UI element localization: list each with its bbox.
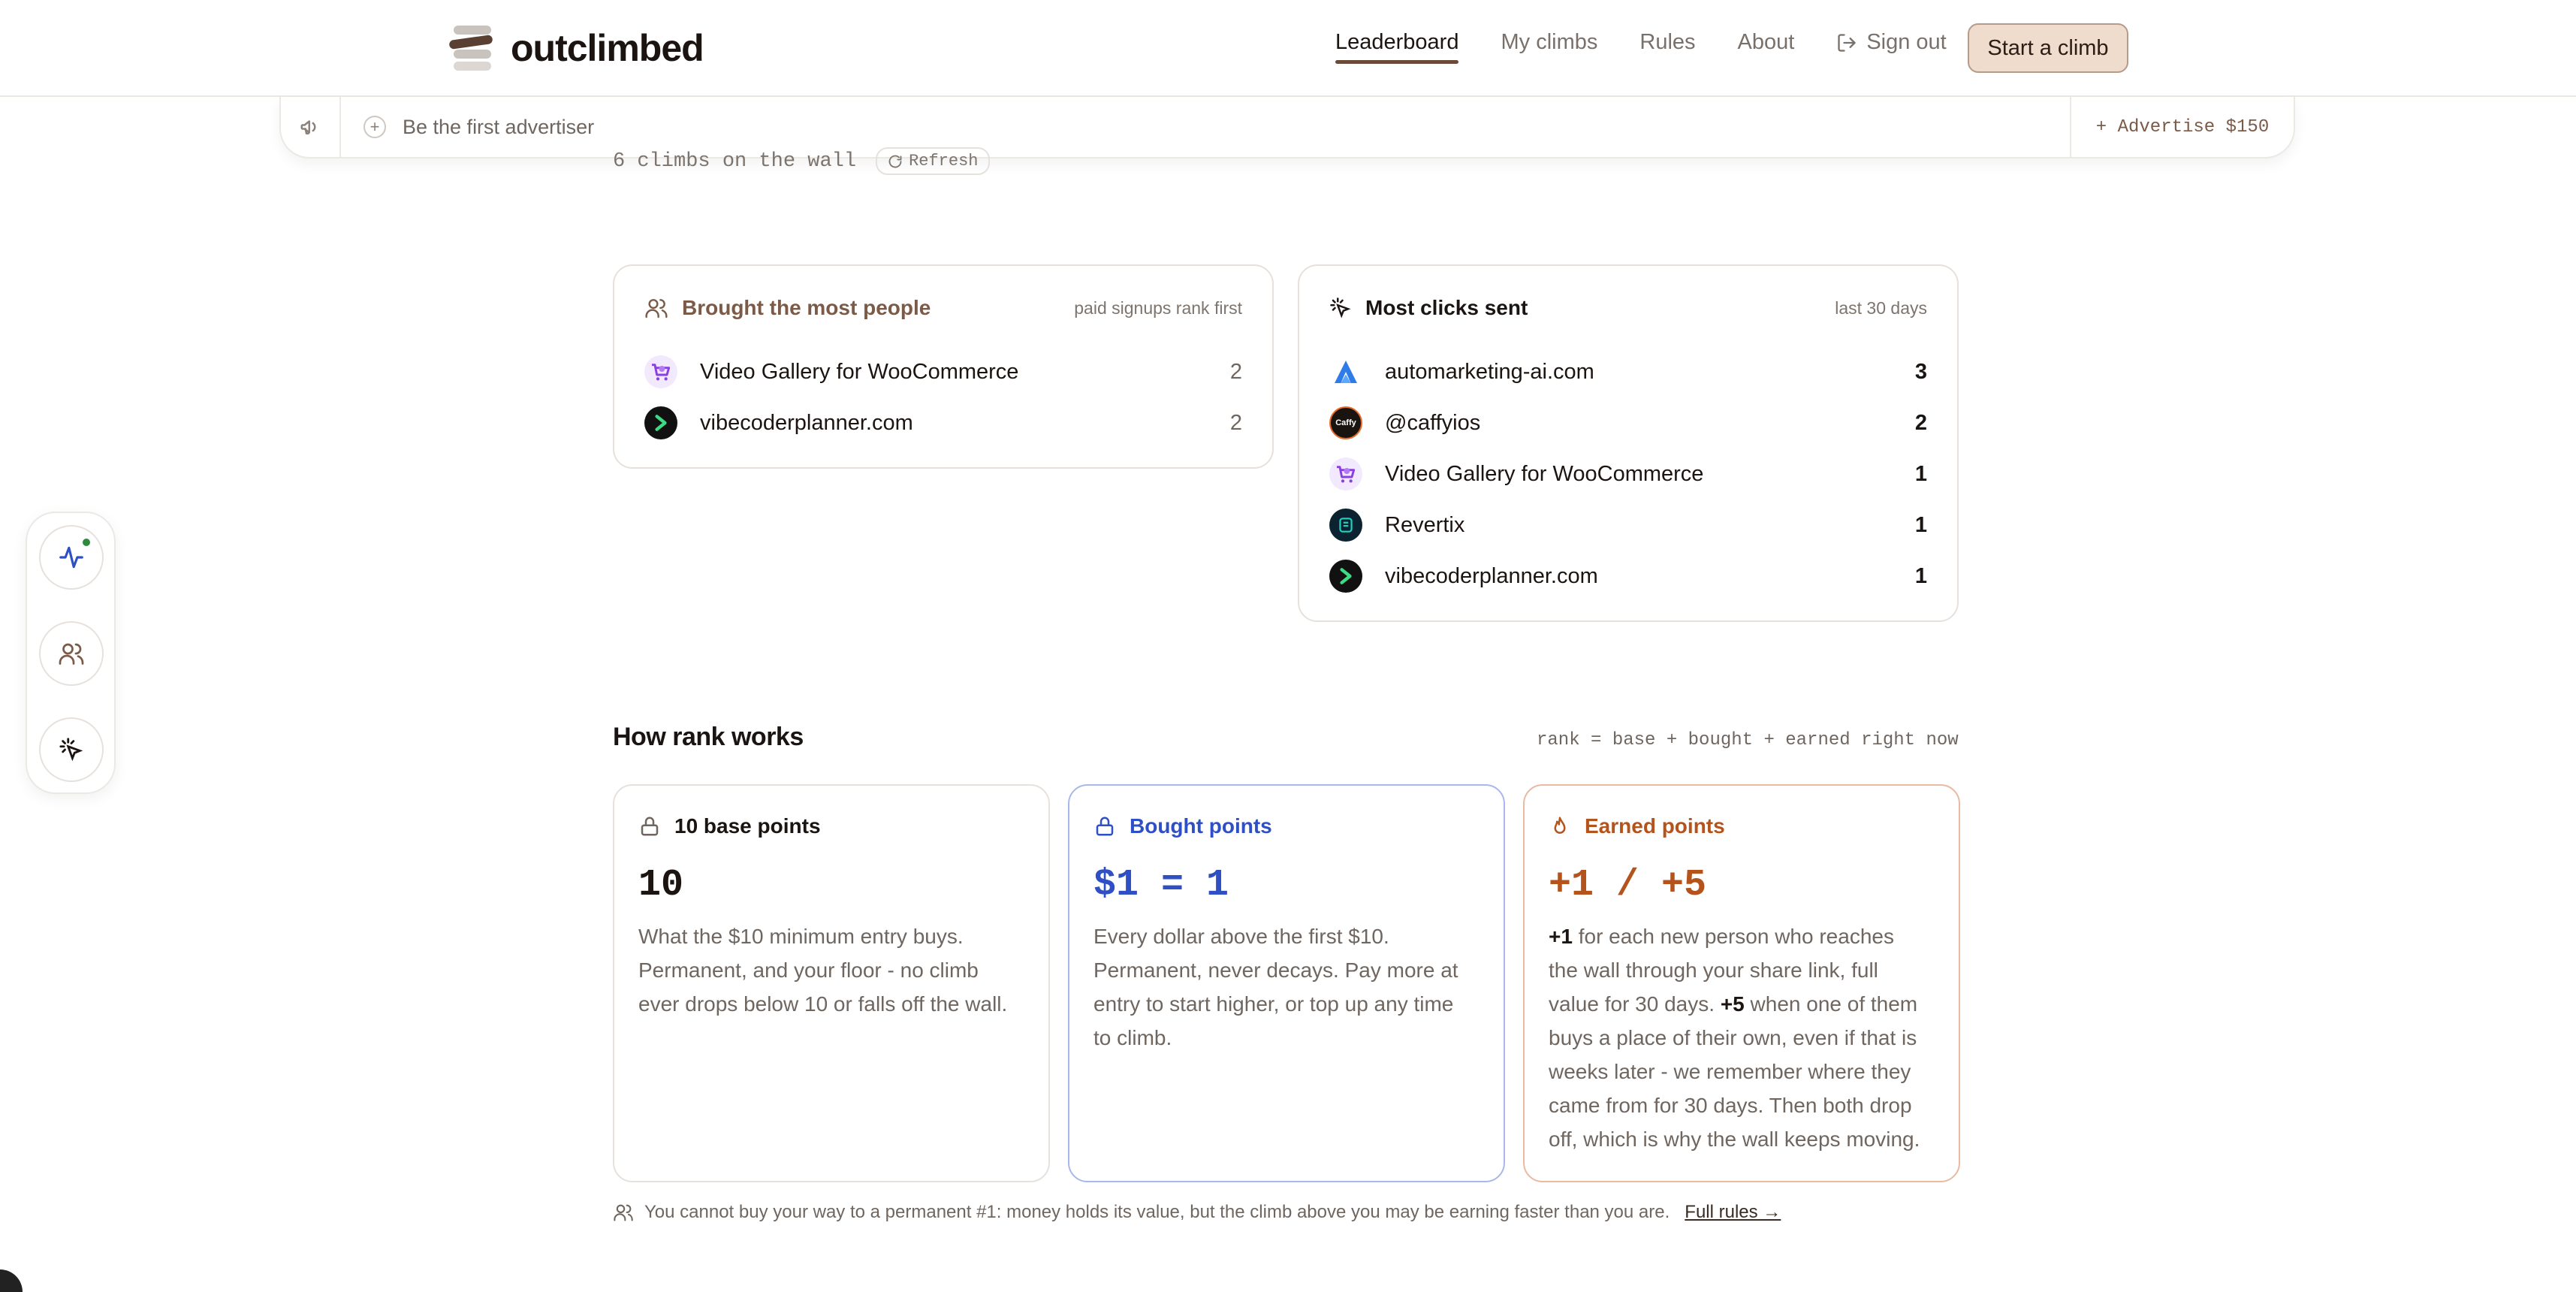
earned-plus-five: +5 <box>1720 992 1745 1016</box>
status-dot <box>81 537 92 548</box>
bought-points-title: Bought points <box>1130 814 1272 838</box>
pointer-click-icon <box>59 738 83 762</box>
list-item-name: Video Gallery for WooCommerce <box>1385 461 1704 486</box>
pointer-click-icon <box>1330 297 1351 318</box>
lock-icon <box>641 817 659 836</box>
refresh-icon <box>888 155 902 168</box>
megaphone-icon <box>281 97 341 157</box>
list-item-count: 1 <box>1914 563 1927 588</box>
brought-people-note: paid signups rank first <box>1074 297 1242 318</box>
earned-points-card: Earned points +1 / +5 +1 for each new pe… <box>1523 784 1960 1182</box>
brand-logo[interactable]: outclimbed <box>448 24 704 72</box>
earned-plus-one: +1 <box>1549 925 1573 948</box>
rank-formula: rank = base + bought + earned right now <box>1537 730 1959 750</box>
most-clicks-title: Most clicks sent <box>1365 296 1528 319</box>
refresh-button[interactable]: Refresh <box>876 147 991 175</box>
nav-about[interactable]: About <box>1738 30 1795 62</box>
start-climb-button[interactable]: Start a climb <box>1968 23 2128 73</box>
bought-points-value: $1 = 1 <box>1093 864 1229 907</box>
side-toolbar <box>26 512 116 794</box>
base-points-value: 10 <box>638 864 684 907</box>
climbs-count: 6 climbs on the wall <box>613 149 857 173</box>
list-item[interactable]: vibecoderplanner.com 2 <box>644 404 1242 442</box>
base-points-body: What the $10 minimum entry buys. Permane… <box>638 925 1008 1016</box>
climbs-count-line: 6 climbs on the wall Refresh <box>613 147 991 175</box>
brand-name: outclimbed <box>511 27 704 69</box>
list-item-name: vibecoderplanner.com <box>700 410 913 435</box>
bought-points-body: Every dollar above the first $10. Perman… <box>1093 925 1458 1049</box>
earned-points-body: +1 for each new person who reaches the w… <box>1549 919 1929 1156</box>
sign-out-button[interactable]: Sign out <box>1836 30 1947 62</box>
nav-leaderboard[interactable]: Leaderboard <box>1335 30 1459 64</box>
advertiser-bar: + Be the first advertiser + Advertise $1… <box>279 97 2295 158</box>
list-item-count: 1 <box>1914 512 1927 537</box>
vibecoder-logo-icon <box>1329 560 1362 593</box>
list-item[interactable]: automarketing-ai.com 3 <box>1329 353 1927 391</box>
brought-people-card: Brought the most people paid signups ran… <box>613 264 1274 469</box>
add-ad-plus-icon[interactable]: + <box>363 116 386 138</box>
advertise-button[interactable]: + Advertise $150 <box>2070 97 2294 157</box>
list-item[interactable]: vibecoderplanner.com 1 <box>1329 557 1927 595</box>
rank-footnote: You cannot buy your way to a permanent #… <box>613 1202 1781 1223</box>
lock-icon <box>1096 817 1114 836</box>
list-item-count: 3 <box>1914 359 1927 384</box>
base-points-card: 10 base points 10 What the $10 minimum e… <box>613 784 1050 1182</box>
sign-out-icon <box>1838 33 1856 52</box>
brought-people-title: Brought the most people <box>682 296 931 319</box>
users-icon <box>645 299 668 318</box>
woo-gallery-logo-icon <box>644 355 677 388</box>
footnote-text: You cannot buy your way to a permanent #… <box>644 1202 1670 1222</box>
users-icon <box>59 643 84 665</box>
most-clicks-note: last 30 days <box>1835 297 1927 318</box>
clicks-button[interactable] <box>39 717 104 782</box>
sign-out-label: Sign out <box>1866 30 1947 54</box>
refresh-label: Refresh <box>909 152 979 171</box>
list-item[interactable]: Video Gallery for WooCommerce 1 <box>1329 455 1927 493</box>
caffy-badge-text: Caffy <box>1335 418 1356 427</box>
most-clicks-card: Most clicks sent last 30 days automarket… <box>1298 264 1959 622</box>
logo-mark-icon <box>448 24 496 72</box>
nav-my-climbs[interactable]: My climbs <box>1501 30 1597 62</box>
list-item-name: Revertix <box>1385 512 1465 537</box>
people-button[interactable] <box>39 621 104 686</box>
flame-icon <box>1554 817 1566 834</box>
earned-points-value: +1 / +5 <box>1549 864 1707 907</box>
users-icon <box>614 1204 633 1221</box>
caffy-logo-icon: Caffy <box>1329 406 1362 439</box>
list-item-count: 2 <box>1229 410 1242 435</box>
list-item[interactable]: Caffy @caffyios 2 <box>1329 404 1927 442</box>
ad-placeholder[interactable]: Be the first advertiser <box>403 116 594 139</box>
vibecoder-logo-icon <box>644 406 677 439</box>
list-item[interactable]: Video Gallery for WooCommerce 2 <box>644 353 1242 391</box>
base-points-title: 10 base points <box>674 814 821 838</box>
list-item-name: Video Gallery for WooCommerce <box>700 359 1019 384</box>
earned-body-part2: when one of them buys a place of their o… <box>1549 992 1920 1151</box>
revertix-logo-icon <box>1329 509 1362 542</box>
main-nav: Leaderboard My climbs Rules About Sign o… <box>1335 30 1977 64</box>
earned-points-title: Earned points <box>1585 814 1725 838</box>
list-item-count: 1 <box>1914 461 1927 486</box>
full-rules-link[interactable]: Full rules → <box>1685 1202 1781 1223</box>
bought-points-card: Bought points $1 = 1 Every dollar above … <box>1068 784 1505 1182</box>
list-item-count: 2 <box>1914 410 1927 435</box>
list-item-name: automarketing-ai.com <box>1385 359 1594 384</box>
activity-button[interactable] <box>39 525 104 590</box>
woo-gallery-logo-icon <box>1329 457 1362 491</box>
top-nav-bar: outclimbed Leaderboard My climbs Rules A… <box>0 0 2576 97</box>
list-item-count: 2 <box>1229 359 1242 384</box>
activity-icon <box>59 546 83 569</box>
list-item-name: vibecoderplanner.com <box>1385 563 1598 588</box>
how-rank-works-title: How rank works <box>613 723 804 751</box>
list-item-name: @caffyios <box>1385 410 1481 435</box>
automarketing-logo-icon <box>1329 355 1362 388</box>
nav-rules[interactable]: Rules <box>1639 30 1695 62</box>
list-item[interactable]: Revertix 1 <box>1329 506 1927 544</box>
window-corner <box>0 1269 23 1292</box>
